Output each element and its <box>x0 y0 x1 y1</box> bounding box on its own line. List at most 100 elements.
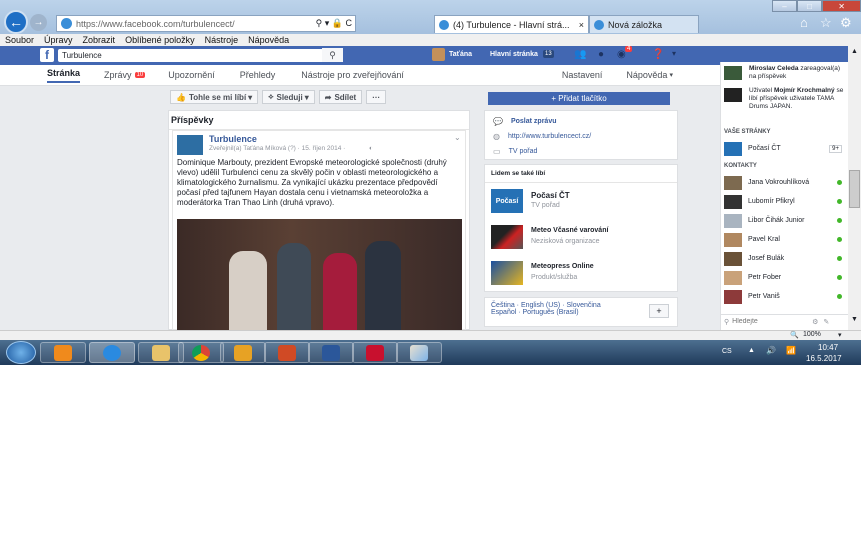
chat-settings-icon[interactable]: ⚙ <box>812 318 818 326</box>
website-row[interactable]: ◍ http://www.turbulencect.cz/ <box>493 129 669 144</box>
taskbar-internet-explorer[interactable] <box>89 342 135 363</box>
add-button[interactable]: + Přidat tlačítko <box>488 92 670 105</box>
messenger-icon[interactable]: ● <box>598 49 604 60</box>
forward-button[interactable]: → <box>30 14 47 31</box>
subnav-notifications[interactable]: Upozornění <box>168 70 215 80</box>
search-icon[interactable]: ⚲ <box>322 48 343 62</box>
post-photo[interactable] <box>177 219 462 331</box>
start-button[interactable] <box>6 341 36 364</box>
chevron-down-icon[interactable]: ▾ <box>838 331 842 339</box>
contact-item[interactable]: Jana Vokrouhlíková <box>721 173 848 192</box>
also-like-item-meteo[interactable]: Meteo Včasné varování Nezisková organiza… <box>491 223 671 251</box>
tray-arrow-icon[interactable]: ▲ <box>748 347 755 354</box>
like-button[interactable]: 👍 Tohle se mi líbí ▾ <box>170 90 259 104</box>
network-icon[interactable]: 📶 <box>786 346 796 355</box>
menu-view[interactable]: Zobrazit <box>78 34 121 46</box>
clock-time[interactable]: 10:47 <box>818 343 838 352</box>
zoom-icon[interactable]: 🔍 <box>790 331 799 339</box>
menu-help[interactable]: Nápověda <box>243 34 294 46</box>
friends-icon[interactable]: 👥 <box>574 49 586 60</box>
help-icon[interactable]: ❓ <box>652 49 664 60</box>
facebook-search-input[interactable]: Turbulence <box>58 49 343 62</box>
contact-item[interactable]: Libor Čihák Junior <box>721 211 848 230</box>
chat-search-input[interactable] <box>732 318 809 325</box>
taskbar-word[interactable] <box>308 342 354 363</box>
ticker-avatar <box>724 66 742 80</box>
address-bar[interactable]: https://www.facebook.com/turbulencect/ ⚲… <box>56 15 356 32</box>
also-like-name[interactable]: Počasí ČT <box>531 191 570 200</box>
ticker-user[interactable]: Miroslav Celeda <box>749 65 799 72</box>
scrollbar-thumb[interactable] <box>849 170 860 208</box>
also-like-item-meteopress[interactable]: Meteopress Online Produkt/služba <box>491 259 671 287</box>
taskbar-powerpoint[interactable] <box>264 342 310 363</box>
minimize-button[interactable]: – <box>772 0 798 12</box>
online-indicator-icon <box>837 218 842 223</box>
tab-close-icon[interactable]: × <box>579 20 584 30</box>
back-button[interactable]: ← <box>4 10 28 34</box>
scroll-up-icon[interactable]: ▲ <box>851 48 858 55</box>
tab-new[interactable]: Nová záložka <box>589 15 699 33</box>
maximize-button[interactable]: □ <box>797 0 823 12</box>
menu-favorites[interactable]: Oblíbené položky <box>120 34 200 46</box>
search-icon[interactable]: ⚲ ▾ 🔒 C <box>316 18 352 29</box>
favorites-star-icon[interactable]: ☆ <box>820 15 832 31</box>
send-message-row[interactable]: 💬 Poslat zprávu <box>493 114 669 129</box>
ticker-item[interactable]: Miroslav Celeda zareagoval(a) na příspěv… <box>724 64 848 82</box>
facebook-logo-icon[interactable]: f <box>40 48 54 62</box>
also-like-item-pocasi[interactable]: Počasí Počasí ČT TV pořad <box>491 187 671 215</box>
website-link[interactable]: http://www.turbulencect.cz/ <box>508 133 591 140</box>
page-avatar[interactable] <box>177 135 203 155</box>
subnav-insights[interactable]: Přehledy <box>240 70 276 80</box>
contact-item[interactable]: Lubomír Pfikryl <box>721 192 848 211</box>
taskbar-chrome[interactable] <box>178 342 224 363</box>
home-link[interactable]: Hlavní stránka <box>490 51 538 58</box>
zoom-level[interactable]: 100% <box>803 331 821 338</box>
contact-item[interactable]: Pavel Kral <box>721 230 848 249</box>
clock-date[interactable]: 16.5.2017 <box>806 354 842 363</box>
taskbar-paint[interactable] <box>396 342 442 363</box>
languages-line-2[interactable]: Español · Português (Brasil) <box>491 309 671 316</box>
post-page-name[interactable]: Turbulence <box>209 134 257 144</box>
menu-file[interactable]: Soubor <box>0 34 39 46</box>
scroll-down-icon[interactable]: ▼ <box>851 316 858 323</box>
contact-name: Lubomír Pfikryl <box>748 198 795 205</box>
also-like-type: TV pořad <box>531 202 560 209</box>
menu-tools[interactable]: Nástroje <box>200 34 244 46</box>
settings-gear-icon[interactable]: ⚙ <box>840 15 852 31</box>
taskbar-antivirus[interactable] <box>352 342 398 363</box>
chevron-down-icon: ▾ <box>669 72 673 79</box>
contact-item[interactable]: Josef Bulák <box>721 249 848 268</box>
taskbar-outlook[interactable] <box>220 342 266 363</box>
subnav-publishing-tools[interactable]: Nástroje pro zveřejňování <box>301 70 404 80</box>
contact-item[interactable]: Petr Fober <box>721 268 848 287</box>
languages-line-1[interactable]: Čeština · English (US) · Slovenčina <box>491 302 671 309</box>
account-menu-icon[interactable]: ▾ <box>672 49 676 58</box>
add-language-button[interactable]: + <box>649 304 669 318</box>
menu-edit[interactable]: Úpravy <box>39 34 78 46</box>
share-button[interactable]: ➦ Sdílet <box>318 90 363 104</box>
language-indicator[interactable]: CS <box>722 348 732 355</box>
subnav-help[interactable]: Nápověda <box>626 70 667 80</box>
taskbar-media-player[interactable] <box>40 342 86 363</box>
user-name[interactable]: Taťána <box>449 51 472 58</box>
page-item[interactable]: Počasí ČT 9+ <box>721 139 848 158</box>
user-avatar[interactable] <box>432 48 445 61</box>
chat-compose-icon[interactable]: ✎ <box>823 318 829 326</box>
ticker-user[interactable]: Mojmír Krochmalný <box>774 87 835 94</box>
also-like-name[interactable]: Meteopress Online <box>531 263 594 270</box>
follow-button[interactable]: ⟡ Sleduji ▾ <box>262 90 315 104</box>
subnav-page[interactable]: Stránka <box>47 68 81 83</box>
volume-icon[interactable]: 🔊 <box>766 346 776 355</box>
tab-facebook[interactable]: (4) Turbulence - Hlavní strá... × <box>434 15 589 33</box>
also-like-name[interactable]: Meteo Včasné varování <box>531 227 608 234</box>
subnav-settings[interactable]: Nastavení <box>562 70 603 80</box>
page-scrollbar[interactable]: ▲ ▼ <box>848 46 861 330</box>
home-icon[interactable]: ⌂ <box>800 15 808 30</box>
ticker-item[interactable]: Uživatel Mojmír Krochmalný se líbí přísp… <box>724 86 848 120</box>
more-button[interactable]: ··· <box>366 90 387 104</box>
close-window-button[interactable]: ✕ <box>822 0 861 12</box>
subnav-messages[interactable]: Zprávy <box>104 70 132 80</box>
globe-icon: ◐ <box>369 145 373 152</box>
post-options-chevron-icon[interactable]: ⌄ <box>454 133 461 142</box>
contact-item[interactable]: Petr Vaniš <box>721 287 848 306</box>
